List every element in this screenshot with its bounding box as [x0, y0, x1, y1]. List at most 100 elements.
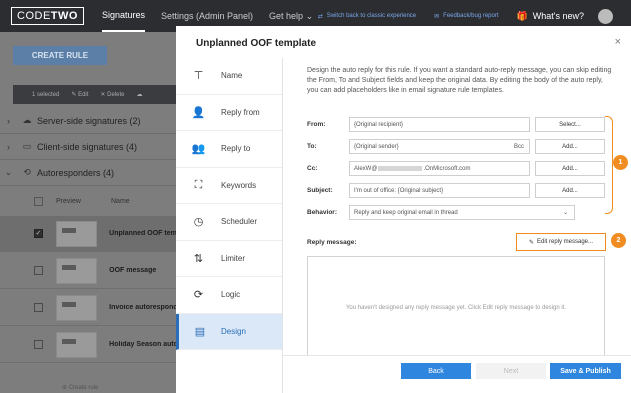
callout-badge-1: 1	[613, 155, 628, 170]
switch-classic-link[interactable]: ⇄ Switch back to classic experience	[318, 13, 416, 20]
group-label: Client-side signatures (4)	[37, 141, 138, 152]
switch-icon: ⇄	[317, 13, 323, 20]
step-label: Name	[221, 71, 243, 81]
column-name: Name	[111, 197, 130, 205]
callout-bracket	[605, 116, 613, 214]
logic-icon: ⟳	[193, 289, 204, 302]
switch-classic-label: Switch back to classic experience	[326, 13, 417, 19]
design-description: Design the auto reply for this rule. If …	[307, 67, 612, 94]
select-all-checkbox[interactable]	[34, 196, 43, 206]
cc-field[interactable]: AlexW@ .OnMicrosoft.com	[349, 161, 530, 176]
row-name: Unplanned OOF template	[109, 230, 176, 237]
modal-footer: Back Next Save & Publish	[283, 355, 631, 393]
empty-reply-text: You haven't designed any reply message y…	[345, 305, 567, 311]
next-button[interactable]: Next	[476, 363, 546, 379]
subject-field[interactable]: I'm out of office: {Original subject}	[349, 183, 530, 198]
nav-get-help-label: Get help	[269, 11, 304, 21]
step-label: Reply to	[221, 144, 251, 154]
back-button[interactable]: Back	[401, 363, 471, 379]
gift-icon: 🎁	[516, 10, 528, 21]
preview-thumbnail	[55, 331, 98, 358]
behavior-label: Behavior:	[307, 209, 337, 216]
chevron-down-icon: ⌄	[305, 10, 314, 21]
edit-reply-button[interactable]: ✎ Edit reply message...	[516, 233, 606, 251]
group-client-side[interactable]: › ▭ Client-side signatures (4)	[0, 134, 176, 160]
subject-add-button[interactable]: Add...	[535, 183, 605, 198]
whats-new-button[interactable]: 🎁 What's new?	[517, 11, 584, 22]
subject-label: Subject:	[307, 187, 333, 194]
group-autoresponders[interactable]: ⌄ ⟲ Autoresponders (4)	[0, 160, 176, 186]
step-name[interactable]: ⊤ Name	[176, 58, 282, 95]
row-name: Holiday Season autoresponder	[109, 341, 176, 348]
group-server-side[interactable]: › ☁ Server-side signatures (2)	[0, 108, 176, 134]
step-label: Keywords	[221, 180, 257, 190]
logo-text-right: TWO	[50, 10, 78, 22]
close-icon[interactable]: ×	[615, 36, 621, 48]
step-reply-to[interactable]: 👥 Reply to	[176, 131, 282, 168]
reply-message-label: Reply message:	[307, 239, 357, 246]
clock-icon: ◷	[193, 216, 204, 229]
subject-value: I'm out of office: {Original subject}	[354, 187, 444, 194]
background-page: CREATE RULE 1 selected ✎ Edit ✕ Delete ☁…	[0, 32, 176, 393]
create-rule-button[interactable]: CREATE RULE	[13, 46, 107, 65]
design-icon: ▤	[194, 325, 206, 338]
table-row[interactable]: ✓ Unplanned OOF template	[0, 216, 176, 252]
close-icon: ✕	[100, 92, 106, 98]
behavior-select[interactable]: Reply and keep original email in thread ⌄	[349, 205, 575, 220]
row-checkbox[interactable]	[34, 340, 43, 349]
save-publish-button[interactable]: Save & Publish	[550, 363, 621, 379]
delete-label: Delete	[107, 92, 125, 98]
cloud-icon: ☁	[22, 115, 32, 125]
step-scheduler[interactable]: ◷ Scheduler	[176, 204, 282, 241]
row-name: Invoice autoresponder	[109, 304, 176, 311]
from-select-button[interactable]: Select...	[535, 117, 605, 132]
nav-signatures[interactable]: Signatures	[101, 0, 145, 32]
column-preview: Preview	[56, 197, 81, 205]
preview-thumbnail	[55, 294, 98, 321]
edit-label: Edit	[78, 92, 89, 98]
row-checkbox[interactable]: ✓	[34, 229, 43, 238]
step-design[interactable]: ▤ Design	[176, 313, 282, 350]
table-row[interactable]: OOF message	[0, 253, 176, 289]
bcc-toggle[interactable]: Bcc	[514, 144, 524, 150]
row-checkbox[interactable]	[34, 266, 43, 275]
avatar[interactable]	[598, 8, 613, 24]
row-name: OOF message	[109, 267, 157, 274]
feedback-label: Feedback/bug report	[443, 13, 499, 19]
cc-add-button[interactable]: Add...	[535, 161, 605, 176]
edit-button[interactable]: ✎ Edit	[71, 91, 88, 98]
step-keywords[interactable]: ⛶ Keywords	[176, 168, 282, 204]
from-row: From: {Original recipient}	[307, 117, 530, 132]
create-rule-link-label: Create rule	[68, 385, 99, 391]
whats-new-label: What's new?	[532, 11, 584, 21]
wizard-steps: ⊤ Name 👤 Reply from 👥 Reply to ⛶ Keywords ◷ S…	[176, 58, 283, 393]
table-row[interactable]: Holiday Season autoresponder	[0, 327, 176, 363]
step-label: Design	[221, 326, 246, 336]
to-field[interactable]: {Original sender} Bcc	[349, 139, 530, 154]
from-label: From:	[307, 121, 326, 128]
redacted-domain	[378, 166, 423, 171]
step-reply-from[interactable]: 👤 Reply from	[176, 95, 282, 131]
feedback-link[interactable]: ✉ Feedback/bug report	[434, 13, 498, 20]
signpost-icon: ⊤	[193, 70, 204, 83]
users-icon: 👥	[191, 143, 206, 156]
feedback-icon: ✉	[434, 13, 440, 20]
rule-editor-modal: Unplanned OOF template × ⊤ Name 👤 Reply fr…	[176, 26, 631, 393]
from-field[interactable]: {Original recipient}	[349, 117, 530, 132]
table-row[interactable]: Invoice autoresponder	[0, 290, 176, 326]
row-checkbox[interactable]	[34, 303, 43, 312]
cloud-icon[interactable]: ☁	[136, 91, 142, 98]
step-limiter[interactable]: ⇅ Limiter	[176, 241, 282, 277]
step-logic[interactable]: ⟳ Logic	[176, 277, 282, 314]
list-header: Preview Name	[0, 192, 176, 210]
chevron-right-icon: ›	[7, 141, 10, 152]
pencil-icon: ✎	[71, 92, 77, 98]
from-value: {Original recipient}	[354, 121, 404, 128]
create-rule-link[interactable]: ⊕ Create rule	[62, 384, 98, 391]
codetwo-logo[interactable]: CODETWO	[11, 7, 84, 25]
step-label: Logic	[221, 290, 241, 300]
delete-button[interactable]: ✕ Delete	[100, 91, 124, 98]
preview-thumbnail	[55, 220, 98, 247]
to-add-button[interactable]: Add...	[535, 139, 605, 154]
cc-row: Cc: AlexW@ .OnMicrosoft.com	[307, 161, 530, 176]
